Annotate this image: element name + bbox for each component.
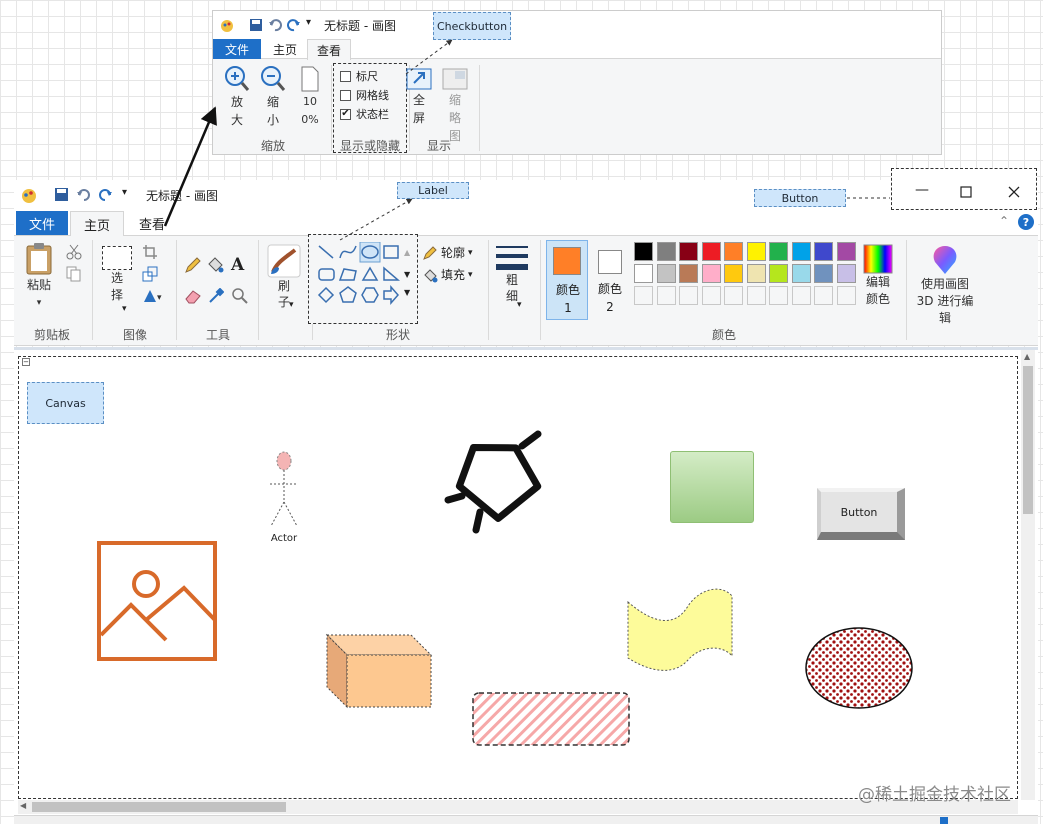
annotation-lines (163, 39, 890, 241)
watermark: @稀土掘金技术社区 (858, 785, 1011, 805)
